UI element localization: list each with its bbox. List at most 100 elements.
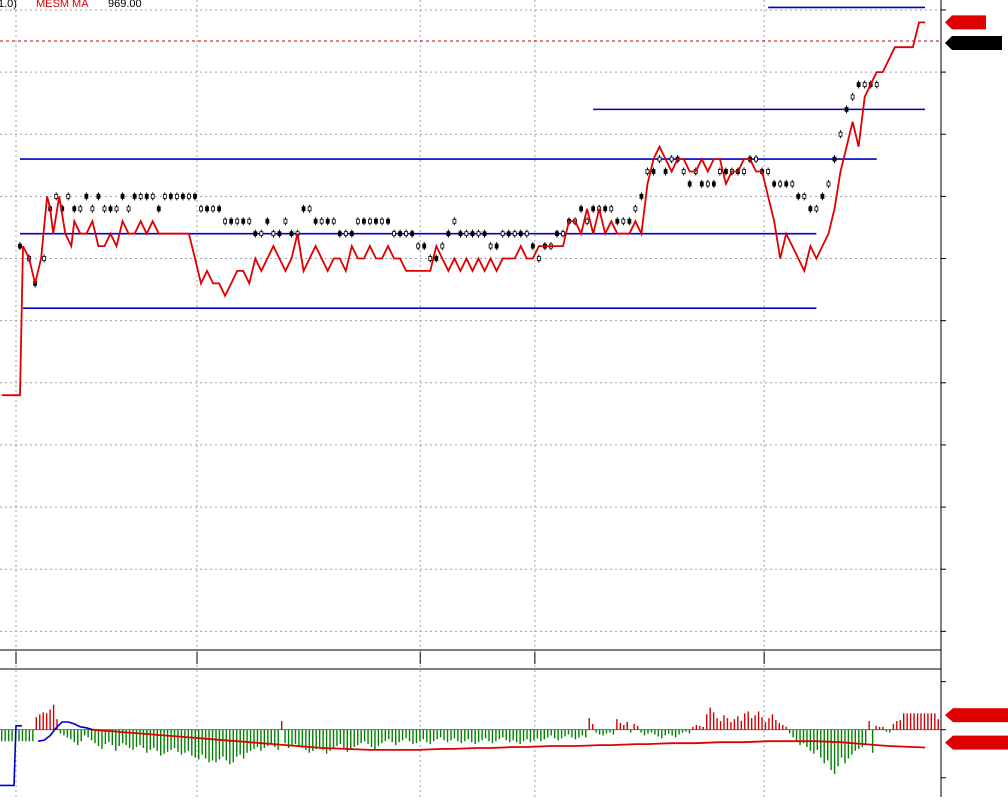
candle-body-38	[253, 231, 258, 237]
candle-body-75	[476, 231, 481, 237]
candle-body-55	[355, 218, 360, 224]
candle-body-69	[440, 243, 445, 249]
candle-body-48	[313, 218, 318, 224]
candle-body-42	[277, 231, 282, 237]
candle-body-78	[494, 243, 499, 249]
candle-body-19	[138, 193, 143, 199]
candle-body-85	[536, 256, 541, 261]
candle-body-104	[651, 169, 656, 174]
candle-body-32	[217, 206, 222, 212]
candle-body-121	[754, 156, 758, 162]
candle-body-20	[144, 193, 149, 199]
candle-body-40	[265, 218, 270, 224]
candle-body-89	[561, 231, 565, 237]
candle-body-34	[229, 218, 234, 224]
candle-body-79	[500, 231, 505, 237]
candle-body-141	[874, 82, 879, 87]
candle-body-134	[832, 156, 837, 162]
candle-body-30	[205, 206, 209, 212]
candle-body-137	[850, 94, 855, 100]
osc-value-badge-0	[953, 708, 1008, 723]
candle-body-21	[150, 193, 155, 199]
candle-body-61	[392, 231, 396, 237]
candle-body-52	[337, 231, 342, 237]
candle-body-14	[108, 206, 113, 212]
candle-body-116	[724, 169, 728, 174]
candle-body-44	[289, 231, 294, 237]
candle-body-59	[380, 218, 384, 224]
candle-body-58	[374, 218, 378, 224]
candle-body-36	[241, 218, 246, 224]
candle-body-62	[398, 231, 403, 237]
candle-body-97	[609, 206, 614, 212]
candle-body-51	[331, 218, 336, 224]
candle-body-13	[102, 206, 107, 212]
osc-value-badge-1	[953, 735, 1008, 750]
candle-body-47	[307, 206, 312, 212]
candle-body-136	[844, 106, 849, 112]
candle-body-24	[168, 193, 173, 199]
candle-body-102	[639, 193, 644, 199]
candle-body-139	[862, 82, 867, 87]
candle-body-93	[585, 218, 590, 224]
candle-body-39	[259, 231, 264, 237]
header-fragment-series: MESM MA	[36, 0, 89, 10]
candle-body-70	[446, 231, 451, 237]
candle-body-17	[126, 206, 131, 212]
candle-body-126	[784, 181, 789, 187]
candle-body-22	[156, 206, 161, 212]
candle-body-128	[796, 193, 801, 199]
candle-body-130	[808, 206, 813, 212]
candle-body-123	[766, 169, 771, 174]
candle-body-12	[96, 193, 101, 199]
candle-body-18	[132, 193, 137, 199]
candle-body-66	[422, 243, 427, 249]
candle-body-43	[283, 218, 288, 224]
candle-body-107	[669, 156, 674, 162]
candle-body-77	[488, 243, 493, 249]
candle-body-31	[211, 206, 215, 212]
candle-body-64	[410, 231, 415, 237]
header-fragment-left: 1.0)	[0, 0, 17, 10]
candle-body-83	[524, 231, 529, 237]
candle-body-9	[78, 206, 83, 212]
candle-body-27	[187, 193, 191, 199]
candle-body-74	[470, 231, 475, 237]
candle-body-103	[645, 169, 650, 174]
candle-body-72	[458, 231, 463, 237]
candle-body-98	[615, 218, 620, 224]
candle-body-105	[657, 156, 662, 162]
candle-body-101	[633, 206, 638, 212]
candle-body-41	[271, 231, 276, 237]
candle-body-53	[343, 231, 348, 237]
last-value-badge	[952, 36, 1002, 51]
candle-body-65	[416, 243, 421, 249]
candle-body-29	[199, 206, 203, 212]
candle-body-94	[591, 206, 596, 212]
candle-body-99	[621, 218, 626, 224]
candle-body-46	[301, 206, 306, 212]
candle-body-3	[42, 256, 47, 261]
candle-body-23	[162, 193, 167, 199]
candle-body-127	[790, 181, 795, 187]
candle-body-125	[778, 181, 783, 187]
candle-body-28	[193, 193, 197, 199]
candle-body-5	[54, 193, 59, 199]
candle-body-124	[772, 181, 777, 187]
candle-body-132	[820, 193, 825, 199]
candle-body-119	[742, 169, 746, 174]
candle-body-76	[482, 231, 487, 237]
candle-body-80	[506, 231, 511, 237]
candle-body-114	[711, 181, 716, 187]
candle-body-8	[72, 206, 77, 212]
candle-body-82	[518, 231, 523, 237]
candle-body-16	[120, 193, 125, 199]
candle-body-138	[856, 82, 861, 87]
candle-body-63	[404, 231, 409, 237]
price-chart: 1.0) MESM MA 969.00	[0, 0, 1008, 797]
candle-body-106	[663, 169, 668, 174]
candle-body-0	[18, 243, 22, 249]
candle-body-92	[579, 206, 583, 212]
candle-body-115	[717, 169, 722, 174]
header-fragment-value: 969.00	[108, 0, 142, 10]
